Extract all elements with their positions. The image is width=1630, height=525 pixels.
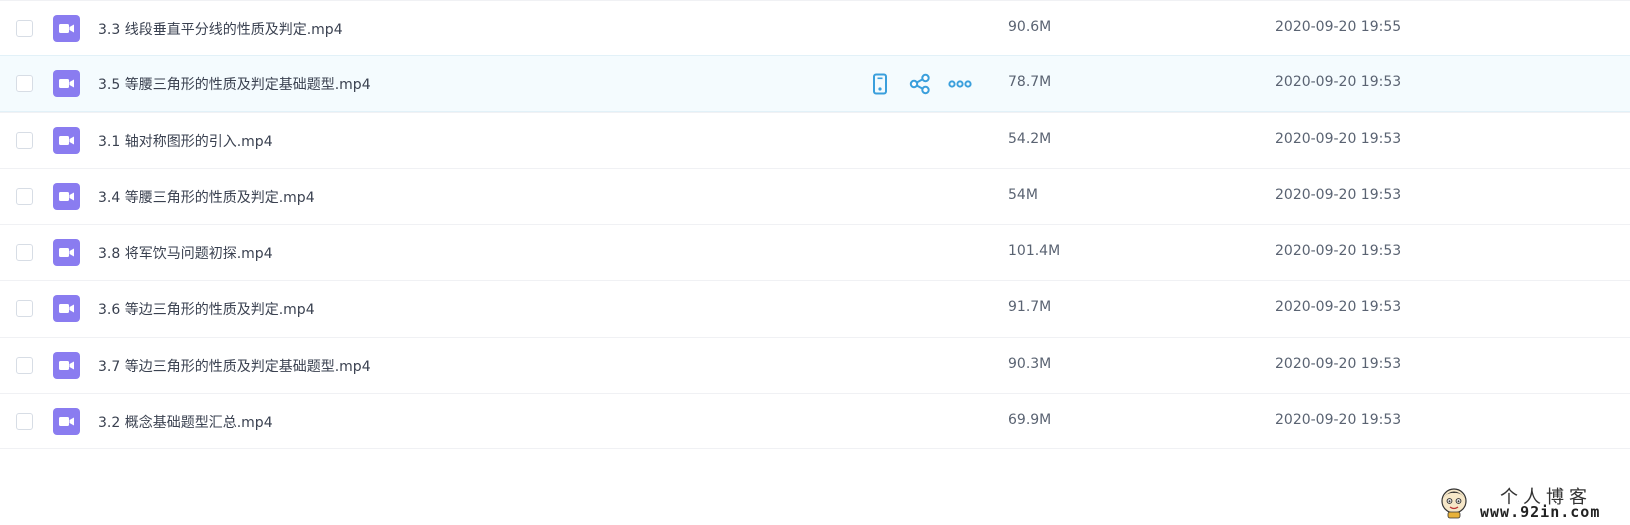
video-file-icon [53,15,80,42]
file-row[interactable]: 3.3 线段垂直平分线的性质及判定.mp4 90.6M 2020-09-20 1… [0,0,1630,56]
file-name[interactable]: 3.5 等腰三角形的性质及判定基础题型.mp4 [98,74,371,94]
file-modified-date: 2020-09-20 19:53 [1275,412,1402,428]
file-row[interactable]: 3.8 将军饮马问题初探.mp4 101.4M 2020-09-20 19:53 [0,224,1630,280]
video-file-icon [53,127,80,154]
file-name[interactable]: 3.3 线段垂直平分线的性质及判定.mp4 [98,19,343,39]
file-modified-date: 2020-09-20 19:53 [1275,299,1402,315]
file-modified-date: 2020-09-20 19:55 [1275,19,1402,35]
file-modified-date: 2020-09-20 19:53 [1275,356,1402,372]
file-row[interactable]: 3.2 概念基础题型汇总.mp4 69.9M 2020-09-20 19:53 [0,393,1630,449]
file-modified-date: 2020-09-20 19:53 [1275,74,1402,90]
more-icon[interactable] [948,72,972,96]
row-checkbox[interactable] [16,357,33,374]
file-size: 78.7M [1008,74,1052,90]
file-name[interactable]: 3.4 等腰三角形的性质及判定.mp4 [98,187,315,207]
file-size: 54.2M [1008,131,1052,147]
file-name[interactable]: 3.6 等边三角形的性质及判定.mp4 [98,299,315,319]
file-row[interactable]: 3.4 等腰三角形的性质及判定.mp4 54M 2020-09-20 19:53 [0,168,1630,224]
file-size: 90.3M [1008,356,1052,372]
watermark-url: www.92in.com [1480,503,1601,521]
file-size: 101.4M [1008,243,1061,259]
file-row[interactable]: 3.7 等边三角形的性质及判定基础题型.mp4 90.3M 2020-09-20… [0,337,1630,393]
file-row[interactable]: 3.6 等边三角形的性质及判定.mp4 91.7M 2020-09-20 19:… [0,280,1630,336]
row-checkbox[interactable] [16,413,33,430]
row-checkbox[interactable] [16,300,33,317]
file-modified-date: 2020-09-20 19:53 [1275,131,1402,147]
video-file-icon [53,352,80,379]
video-file-icon [53,408,80,435]
video-file-icon [53,183,80,210]
file-row[interactable]: 3.1 轴对称图形的引入.mp4 54.2M 2020-09-20 19:53 [0,112,1630,168]
row-checkbox[interactable] [16,20,33,37]
file-size: 91.7M [1008,299,1052,315]
row-checkbox[interactable] [16,244,33,261]
video-file-icon [53,239,80,266]
file-name[interactable]: 3.1 轴对称图形的引入.mp4 [98,131,273,151]
row-checkbox[interactable] [16,132,33,149]
row-checkbox[interactable] [16,188,33,205]
file-name[interactable]: 3.2 概念基础题型汇总.mp4 [98,412,273,432]
blog-watermark: 个人博客 www.92in.com [1438,483,1618,521]
file-size: 69.9M [1008,412,1052,428]
share-icon[interactable] [908,72,932,96]
phone-icon[interactable] [868,72,892,96]
row-checkbox[interactable] [16,75,33,92]
file-row[interactable]: 3.5 等腰三角形的性质及判定基础题型.mp4 78.7M 2020-09-20… [0,55,1630,112]
file-modified-date: 2020-09-20 19:53 [1275,243,1402,259]
file-size: 54M [1008,187,1038,203]
file-name[interactable]: 3.8 将军饮马问题初探.mp4 [98,243,273,263]
video-file-icon [53,295,80,322]
mascot-icon [1438,485,1470,519]
video-file-icon [53,70,80,97]
file-size: 90.6M [1008,19,1052,35]
file-modified-date: 2020-09-20 19:53 [1275,187,1402,203]
file-name[interactable]: 3.7 等边三角形的性质及判定基础题型.mp4 [98,356,371,376]
